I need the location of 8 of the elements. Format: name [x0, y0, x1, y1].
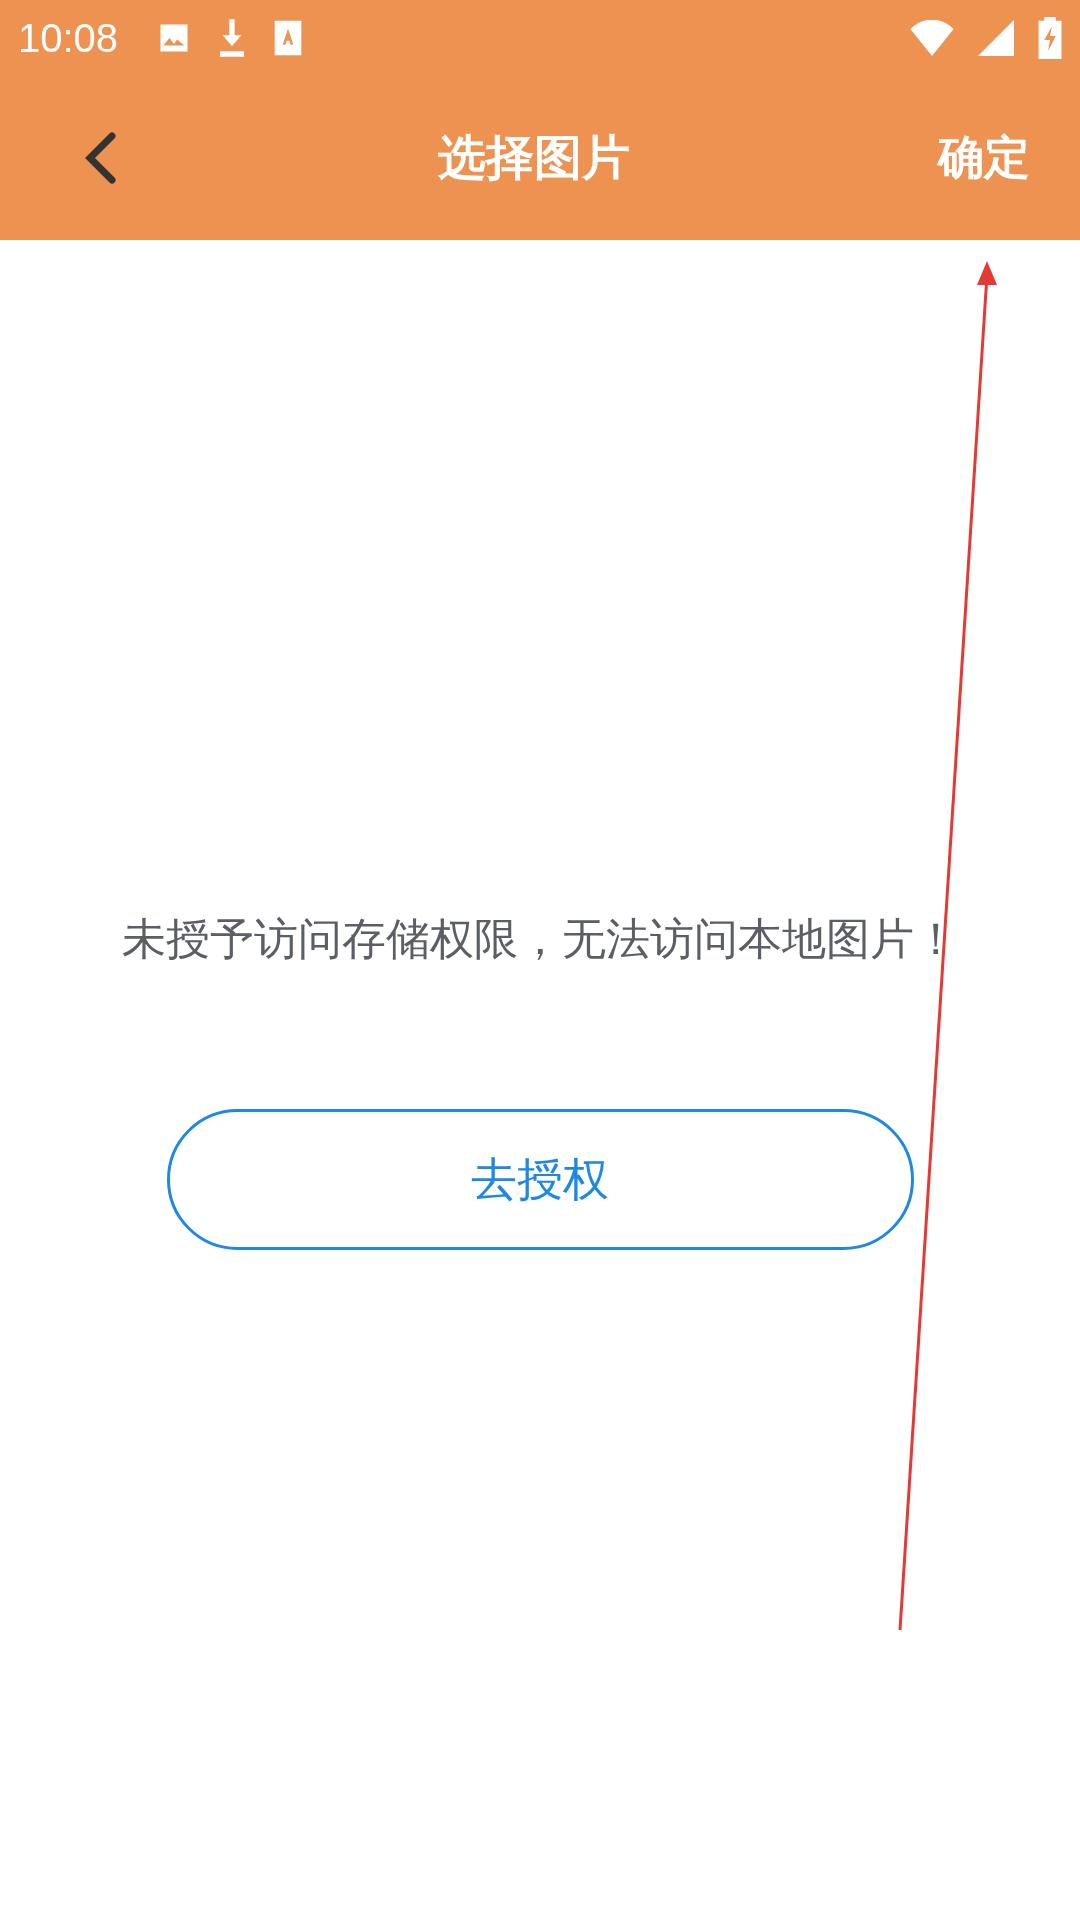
status-time: 10:08: [18, 15, 119, 61]
battery-charging-icon: [1038, 17, 1062, 59]
permission-message: 未授予访问存储权限，无法访问本地图片！: [122, 912, 958, 966]
screen-title: 选择图片: [438, 128, 630, 187]
signal-icon: [978, 20, 1014, 56]
wifi-icon: [910, 20, 954, 56]
confirm-button[interactable]: 确定: [938, 127, 1030, 189]
authorize-button[interactable]: 去授权: [166, 1109, 914, 1250]
